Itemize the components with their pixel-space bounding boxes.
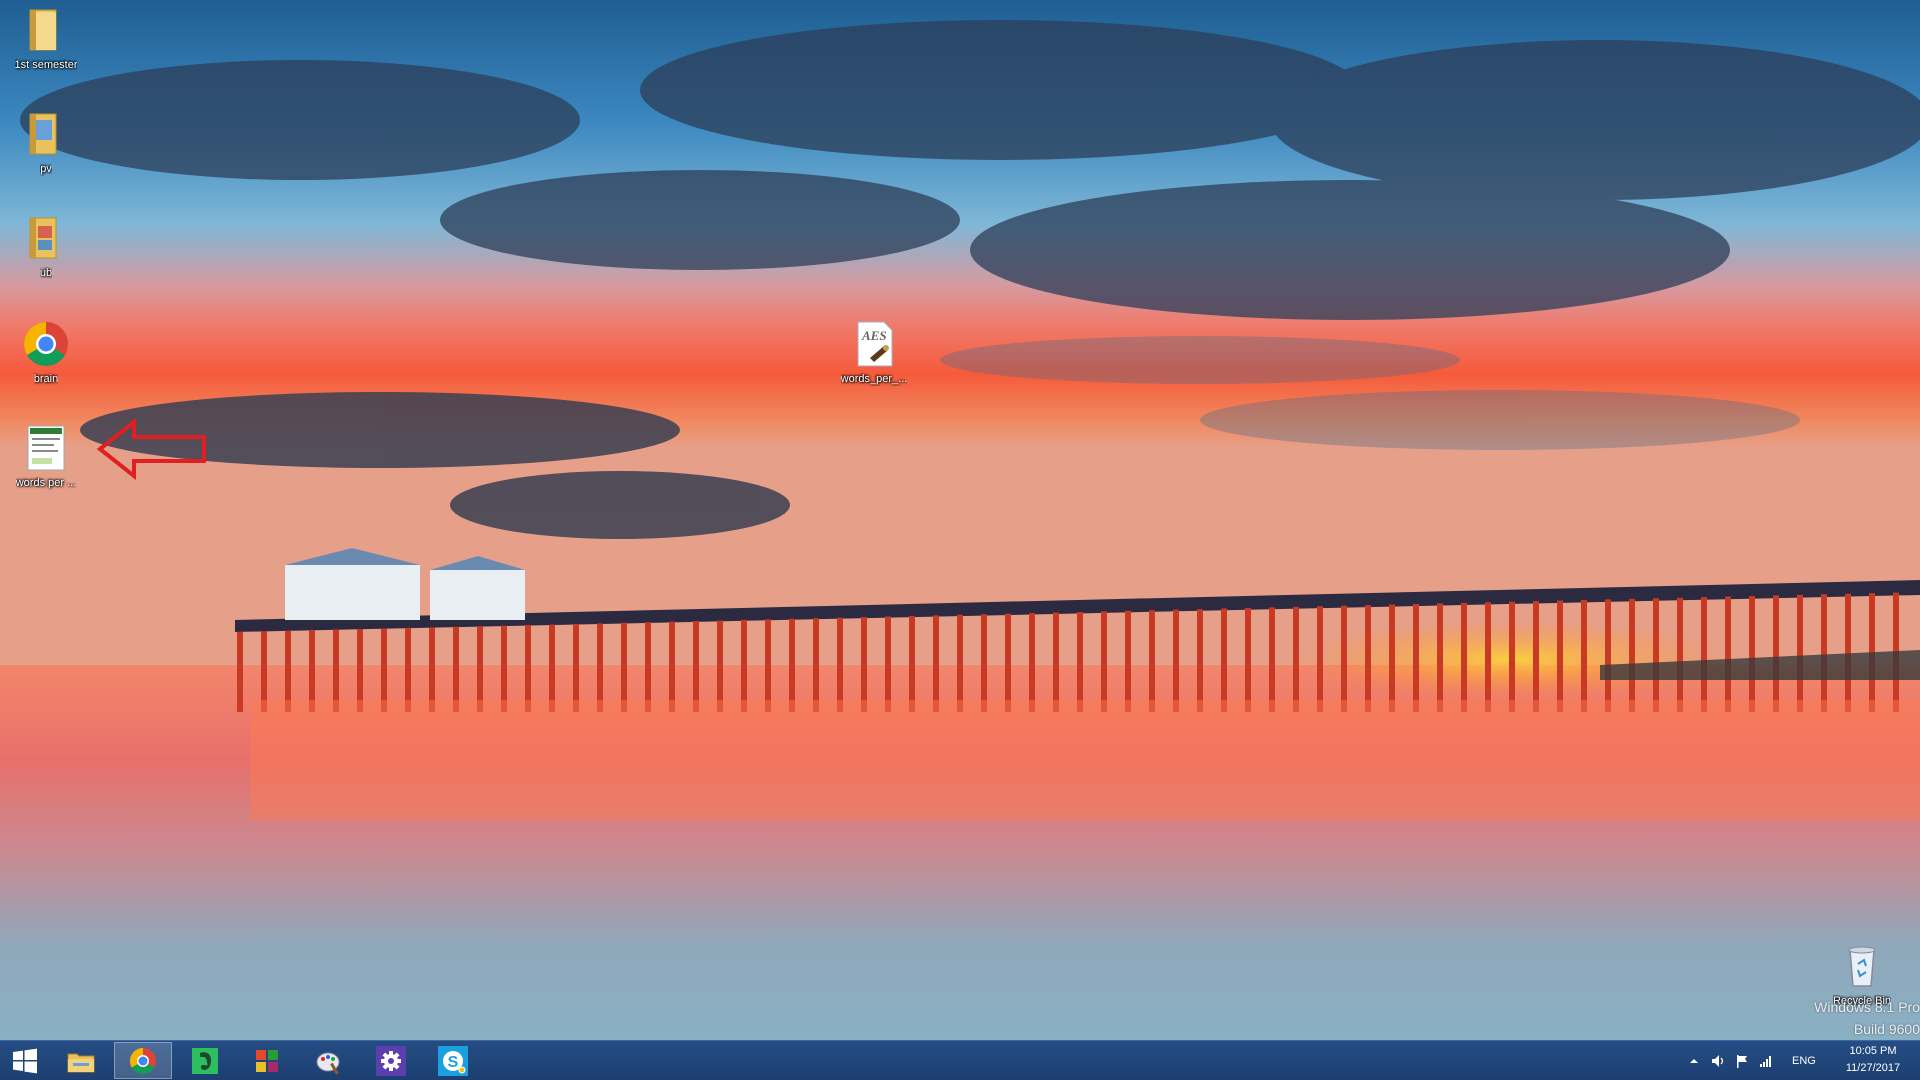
taskbar-office[interactable] <box>238 1042 296 1079</box>
network-signal-icon[interactable] <box>1758 1053 1774 1069</box>
desktop-icon-words-per[interactable]: words per ... <box>0 422 92 490</box>
red-arrow-icon <box>96 418 206 480</box>
start-button[interactable] <box>0 1042 50 1079</box>
office-icon <box>256 1049 278 1072</box>
evernote-icon <box>192 1047 218 1074</box>
clock-date[interactable]: 11/27/2017 <box>1838 1062 1908 1074</box>
skype-icon: S <box>438 1045 468 1076</box>
icon-label: words per ... <box>15 477 77 489</box>
folder-icon <box>29 9 57 51</box>
system-tray: ENG 10:05 PM 11/27/2017 <box>1680 1041 1920 1080</box>
chevron-up-icon[interactable] <box>1686 1053 1702 1069</box>
document-icon <box>27 425 65 471</box>
folder-icon <box>29 217 57 259</box>
chrome-icon <box>129 1047 156 1074</box>
taskbar-file-explorer[interactable] <box>52 1042 110 1079</box>
desktop-icon-words-per-aes[interactable]: AES words_per_... <box>828 318 920 386</box>
paint-icon <box>316 1052 340 1075</box>
taskbar-settings[interactable] <box>362 1042 420 1079</box>
icon-label: ub <box>39 267 53 279</box>
icon-label: pv <box>40 163 52 175</box>
os-watermark: Windows 8.1 Pro Build 9600 <box>1780 996 1920 1040</box>
icon-label: 1st semester <box>14 59 78 71</box>
icon-label: brain <box>33 373 59 385</box>
watermark-build: Build 9600 <box>1853 1021 1920 1037</box>
windows-logo-icon <box>13 1048 37 1073</box>
svg-text:S: S <box>448 1054 459 1071</box>
desktop-icon-1st-semester[interactable]: 1st semester <box>0 4 92 72</box>
taskbar-skype[interactable]: S <box>424 1042 482 1079</box>
desktop[interactable]: 1st semester pv ub brain words per ... A… <box>0 0 1920 1080</box>
folder-icon <box>67 1053 95 1072</box>
chrome-icon <box>24 322 68 366</box>
gear-icon <box>376 1045 406 1076</box>
taskbar-evernote[interactable] <box>176 1042 234 1079</box>
input-language[interactable]: ENG <box>1792 1055 1816 1067</box>
svg-text:AES: AES <box>861 328 887 343</box>
aes-file-icon: AES <box>857 321 893 367</box>
taskbar-paint[interactable] <box>300 1042 358 1079</box>
icon-label: words_per_... <box>840 373 908 385</box>
action-center-flag-icon[interactable] <box>1734 1053 1750 1069</box>
folder-icon <box>29 113 57 155</box>
watermark-edition: Windows 8.1 Pro <box>1814 999 1920 1015</box>
clock-time[interactable]: 10:05 PM <box>1838 1045 1908 1057</box>
volume-icon[interactable] <box>1710 1053 1726 1069</box>
taskbar[interactable]: S ENG 10:05 PM 11/27/2017 <box>0 1040 1920 1080</box>
desktop-icon-ub[interactable]: ub <box>0 212 92 280</box>
wallpaper-image <box>0 0 1920 1040</box>
recycle-bin-icon <box>1848 946 1876 987</box>
taskbar-chrome[interactable] <box>114 1042 172 1079</box>
desktop-icon-brain[interactable]: brain <box>0 318 92 386</box>
desktop-icon-pv[interactable]: pv <box>0 108 92 176</box>
